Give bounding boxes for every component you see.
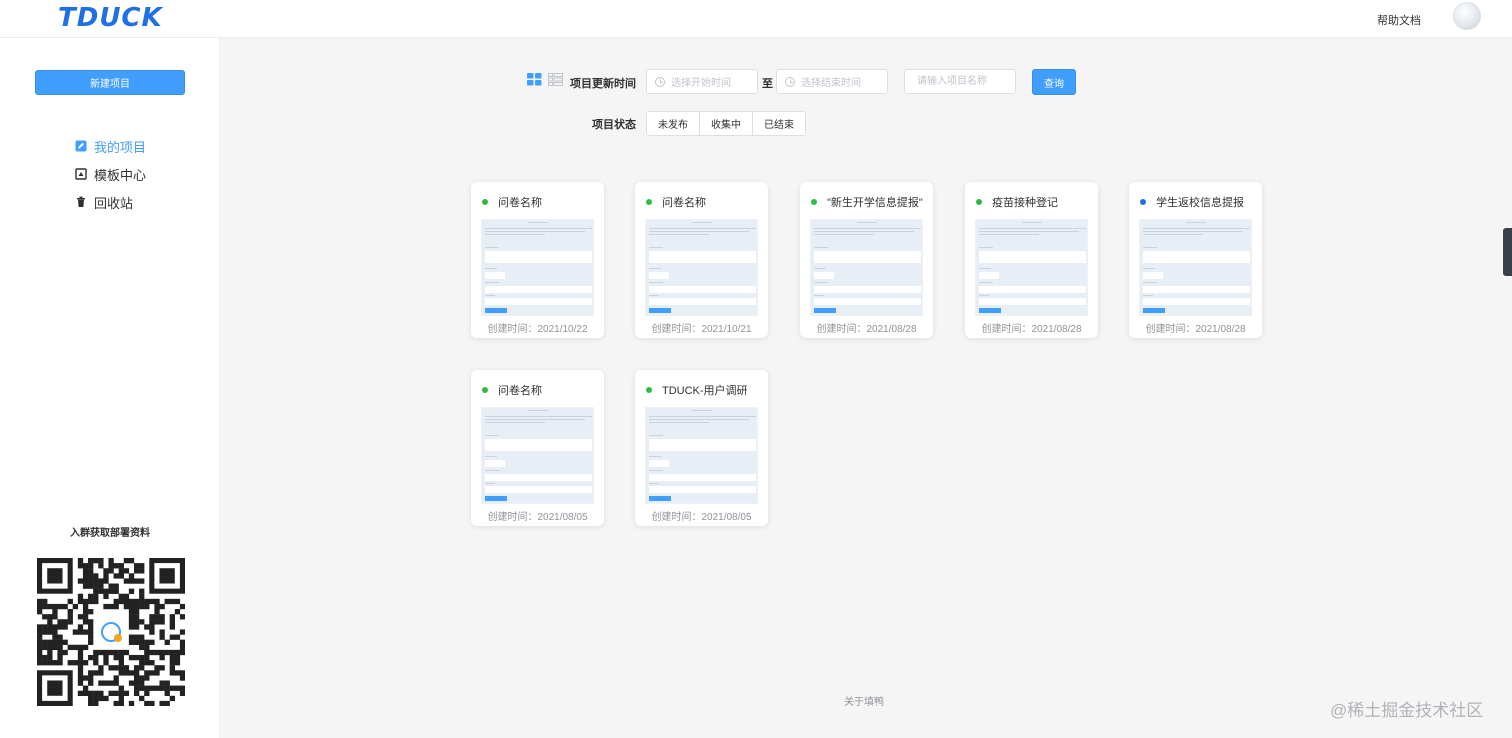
about-link[interactable]: 关于填鸭 (844, 693, 884, 708)
project-card-thumbnail (481, 407, 594, 504)
grid-view-icon[interactable] (527, 73, 542, 91)
project-card-thumbnail (481, 219, 594, 316)
start-time-picker[interactable]: 选择开始时间 (646, 69, 758, 94)
side-float-tab[interactable] (1503, 228, 1512, 276)
project-card-date: 创建时间：2021/10/22 (487, 324, 588, 335)
view-toggle (527, 73, 563, 91)
sidebar-item-my-projects[interactable]: 我的项目 (75, 132, 146, 160)
project-card-thumbnail (975, 219, 1088, 316)
new-project-button[interactable]: 新建项目 (35, 70, 185, 95)
start-time-placeholder: 选择开始时间 (671, 78, 731, 89)
project-card-date: 创建时间：2021/10/21 (651, 324, 752, 335)
query-button[interactable]: 查询 (1032, 69, 1076, 95)
project-card-title: TDUCK-用户调研 (662, 385, 748, 397)
status-dot (482, 387, 488, 393)
status-dot (482, 199, 488, 205)
status-dot (1140, 199, 1146, 205)
qr-title: 入群获取部署资料 (70, 528, 150, 539)
tduck-logo[interactable]: TDUCK (58, 3, 163, 33)
project-card-date: 创建时间：2021/08/28 (1145, 324, 1246, 335)
status-ended-button[interactable]: 已结束 (752, 111, 806, 136)
wechat-group-qr-code (37, 558, 185, 706)
user-avatar[interactable] (1453, 2, 1481, 30)
status-dot (811, 199, 817, 205)
project-status-label: 项目状态 (592, 119, 636, 131)
update-time-label: 项目更新时间 (570, 78, 636, 90)
top-header: TDUCK 帮助文档 (0, 0, 1512, 38)
project-card[interactable]: "新生开学信息提报" 创建时间：2021/08/28 (800, 182, 933, 338)
project-card-title: 学生返校信息提报 (1156, 197, 1244, 209)
project-card[interactable]: 问卷名称创建时间：2021/10/22 (471, 182, 604, 338)
status-collecting-button[interactable]: 收集中 (699, 111, 753, 136)
status-dot (646, 387, 652, 393)
list-view-icon[interactable] (548, 73, 563, 91)
project-card-thumbnail (645, 219, 758, 316)
project-card-title: "新生开学信息提报" (827, 197, 923, 209)
sidebar: 新建项目 我的项目 模板中心 回收站 入群获取部署资料 (0, 38, 220, 738)
project-card-title: 问卷名称 (498, 197, 542, 209)
project-card-date: 创建时间：2021/08/05 (487, 512, 588, 523)
help-docs-link[interactable]: 帮助文档 (1377, 12, 1421, 28)
edit-square-icon (75, 140, 87, 152)
project-card-thumbnail (1139, 219, 1252, 316)
status-filter-group: 未发布 收集中 已结束 (646, 111, 806, 136)
project-card-title: 问卷名称 (662, 197, 706, 209)
clock-icon (785, 76, 795, 87)
project-card[interactable]: 疫苗接种登记创建时间：2021/08/28 (965, 182, 1098, 338)
project-card-date: 创建时间：2021/08/28 (816, 324, 917, 335)
status-dot (976, 199, 982, 205)
project-card[interactable]: 学生返校信息提报创建时间：2021/08/28 (1129, 182, 1262, 338)
project-name-input[interactable] (904, 69, 1016, 94)
status-unpublished-button[interactable]: 未发布 (646, 111, 700, 136)
project-card[interactable]: 问卷名称创建时间：2021/08/05 (471, 370, 604, 526)
sidebar-item-label: 模板中心 (94, 167, 147, 183)
sidebar-item-label: 我的项目 (94, 139, 147, 155)
project-card-title: 疫苗接种登记 (992, 197, 1058, 209)
trash-icon (75, 196, 87, 208)
sidebar-item-label: 回收站 (94, 195, 134, 211)
project-card-date: 创建时间：2021/08/05 (651, 512, 752, 523)
sidebar-item-template-center[interactable]: 模板中心 (75, 160, 146, 188)
end-time-picker[interactable]: 选择结束时间 (776, 69, 888, 94)
project-card[interactable]: 问卷名称创建时间：2021/10/21 (635, 182, 768, 338)
sidebar-menu: 我的项目 模板中心 回收站 (75, 132, 146, 216)
project-card-date: 创建时间：2021/08/28 (981, 324, 1082, 335)
project-card-thumbnail (645, 407, 758, 504)
watermark-text: @稀土掘金技术社区 (1330, 701, 1484, 720)
sidebar-item-recycle-bin[interactable]: 回收站 (75, 188, 146, 216)
template-icon (75, 168, 87, 180)
project-card-title: 问卷名称 (498, 385, 542, 397)
project-card-thumbnail (810, 219, 923, 316)
project-card[interactable]: TDUCK-用户调研创建时间：2021/08/05 (635, 370, 768, 526)
status-dot (646, 199, 652, 205)
end-time-placeholder: 选择结束时间 (801, 78, 861, 89)
clock-icon (655, 76, 665, 87)
date-range-separator: 至 (762, 78, 773, 90)
